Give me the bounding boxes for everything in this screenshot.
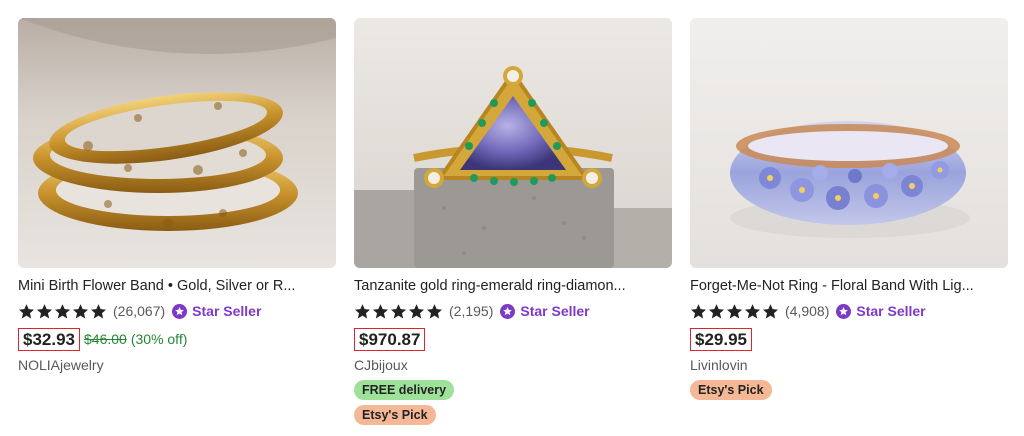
star-seller-icon	[172, 303, 188, 319]
star-icon	[762, 303, 779, 318]
review-count: (4,908)	[785, 303, 830, 319]
shop-name[interactable]: Livinlovin	[690, 357, 1008, 375]
star-icon	[426, 303, 443, 318]
listing-image[interactable]	[18, 18, 336, 268]
listing-title[interactable]: Tanzanite gold ring-emerald ring-diamon.…	[354, 277, 666, 295]
star-icon	[390, 303, 407, 318]
star-icon	[18, 303, 35, 318]
listing-card[interactable]: Tanzanite gold ring-emerald ring-diamon.…	[354, 18, 672, 425]
shop-name[interactable]: NOLIAjewelry	[18, 357, 336, 375]
badge-list: FREE delivery Etsy's Pick	[354, 375, 672, 425]
listing-image[interactable]	[354, 18, 672, 268]
rating-row: (26,067) Star Seller	[18, 301, 336, 321]
rating-stars	[354, 303, 443, 320]
price-row: $29.95	[690, 327, 1008, 351]
free-delivery-badge: FREE delivery	[354, 380, 455, 400]
etsys-pick-badge: Etsy's Pick	[690, 380, 772, 400]
shop-name[interactable]: CJbijoux	[354, 357, 672, 375]
review-count: (26,067)	[113, 303, 166, 319]
star-seller-icon	[500, 303, 516, 319]
star-seller-label: Star Seller	[856, 303, 926, 319]
price-row: $970.87	[354, 327, 672, 351]
star-icon	[90, 303, 107, 318]
original-price: $46.00	[84, 331, 127, 347]
sale-price: $32.93	[18, 327, 80, 351]
star-icon	[726, 303, 743, 318]
star-icon	[354, 303, 371, 318]
gold-rings-image	[18, 18, 336, 268]
star-seller-badge[interactable]: Star Seller	[500, 303, 590, 319]
star-seller-label: Star Seller	[192, 303, 262, 319]
star-seller-badge[interactable]: Star Seller	[172, 303, 261, 319]
star-icon	[408, 303, 425, 318]
sale-price: $29.95	[690, 327, 752, 351]
star-icon	[708, 303, 725, 318]
listing-title[interactable]: Forget-Me-Not Ring - Floral Band With Li…	[690, 277, 1002, 295]
tanzanite-ring-image	[354, 18, 672, 268]
star-icon	[72, 303, 89, 318]
rating-stars	[690, 303, 779, 320]
listing-card[interactable]: Mini Birth Flower Band • Gold, Silver or…	[18, 18, 336, 375]
rating-row: (4,908) Star Seller	[690, 301, 1008, 321]
listing-card[interactable]: Forget-Me-Not Ring - Floral Band With Li…	[690, 18, 1008, 400]
star-icon	[372, 303, 389, 318]
star-seller-badge[interactable]: Star Seller	[836, 303, 926, 319]
review-count: (2,195)	[449, 303, 494, 319]
rating-stars	[18, 303, 107, 320]
star-icon	[36, 303, 53, 318]
sale-price: $970.87	[354, 327, 426, 351]
listing-title[interactable]: Mini Birth Flower Band • Gold, Silver or…	[18, 277, 330, 295]
star-icon	[690, 303, 707, 318]
price-row: $32.93 $46.00 (30% off)	[18, 327, 336, 351]
star-icon	[744, 303, 761, 318]
floral-resin-ring-image	[690, 18, 1008, 268]
listing-image[interactable]	[690, 18, 1008, 268]
rating-row: (2,195) Star Seller	[354, 301, 672, 321]
badge-list: Etsy's Pick	[690, 375, 1008, 400]
star-seller-icon	[836, 303, 852, 319]
star-icon	[54, 303, 71, 318]
etsys-pick-badge: Etsy's Pick	[354, 405, 436, 425]
star-seller-label: Star Seller	[520, 303, 590, 319]
discount-percent: (30% off)	[130, 331, 188, 347]
